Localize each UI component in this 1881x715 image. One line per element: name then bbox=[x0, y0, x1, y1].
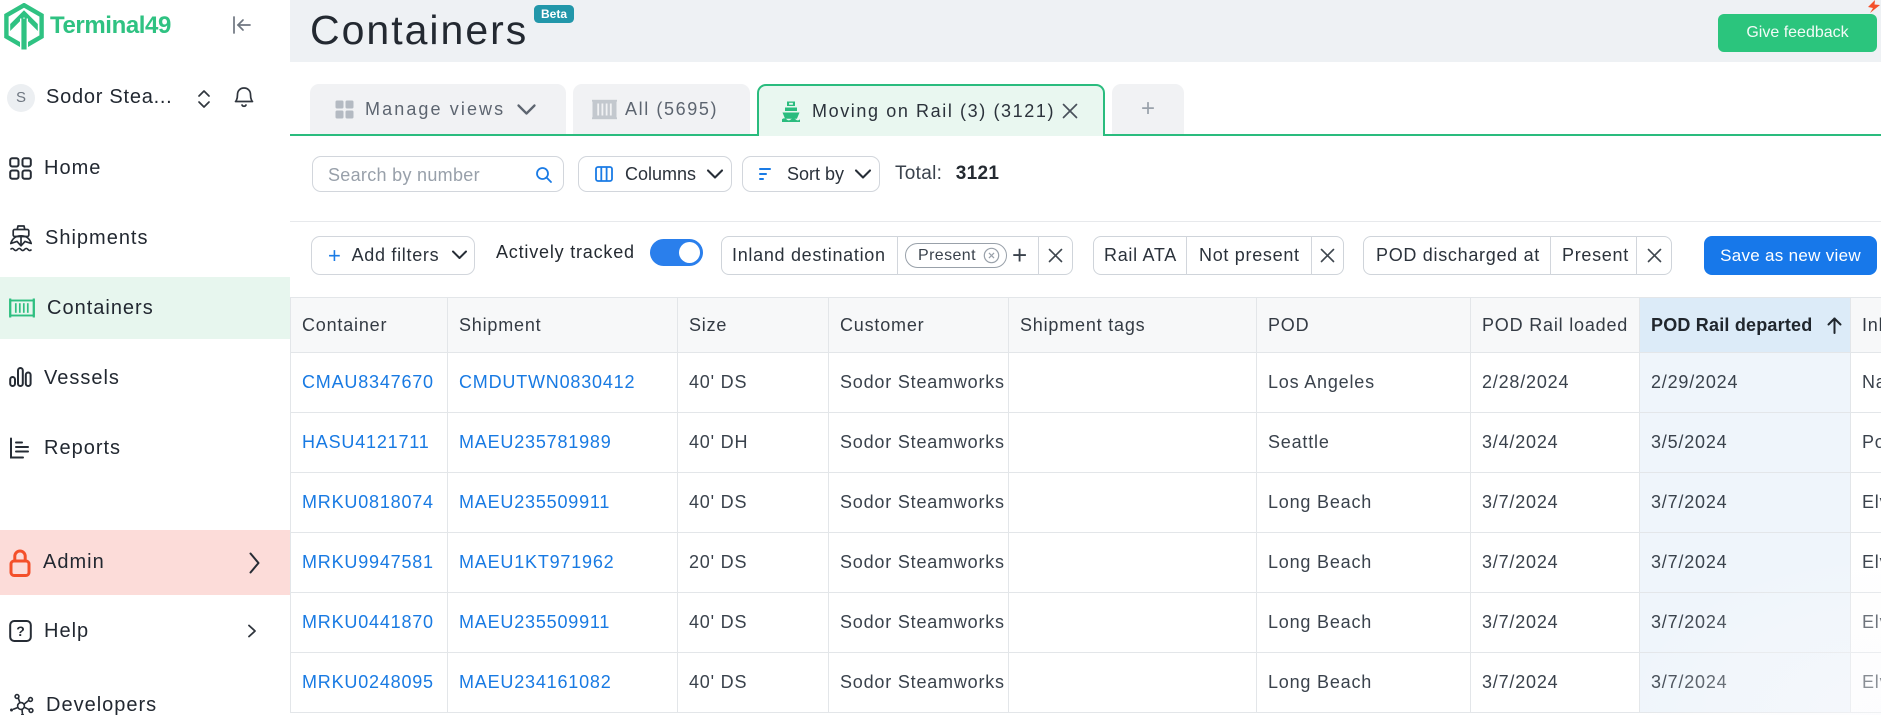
svg-text:?: ? bbox=[16, 623, 25, 639]
